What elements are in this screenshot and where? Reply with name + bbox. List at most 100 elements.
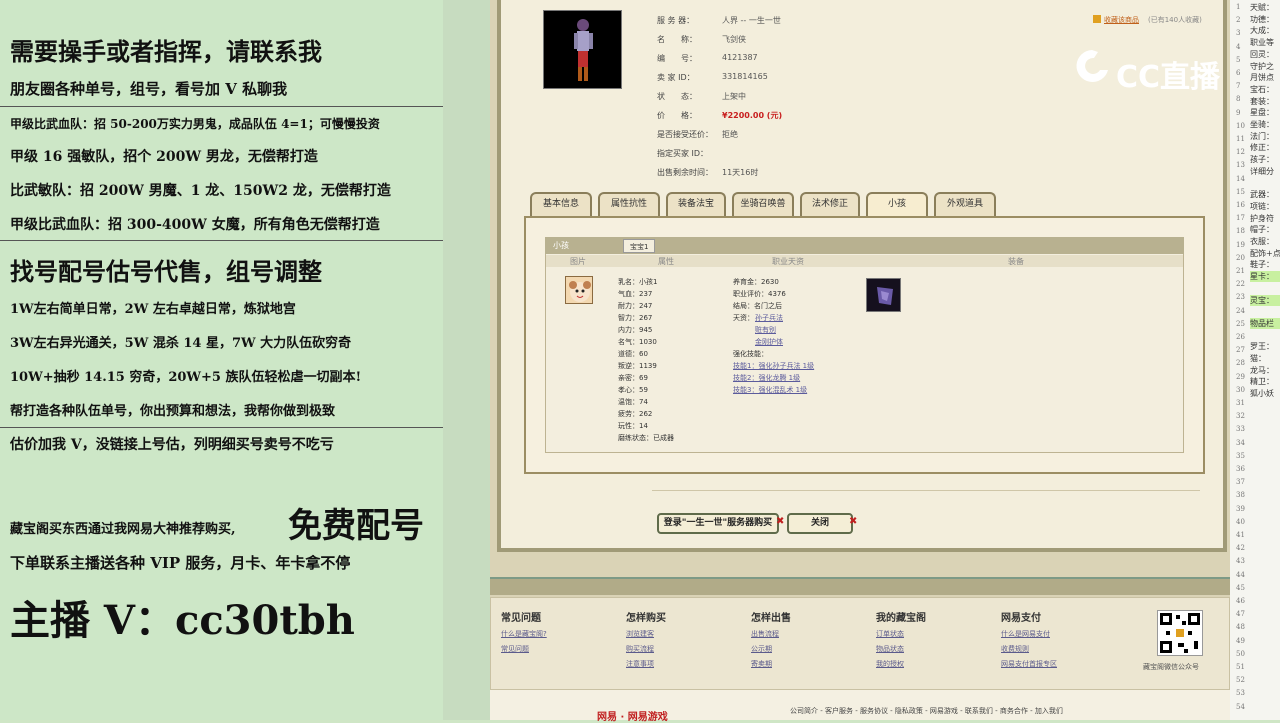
footer-bottom-links[interactable]: 公司简介 - 客户服务 - 服务协议 - 隐私政策 - 网易游戏 - 联系我们 … xyxy=(790,706,1063,716)
row-number: 51 xyxy=(1236,663,1245,671)
skill-link[interactable]: 技能2：强化龙腾 1级 xyxy=(733,373,800,383)
attr-row: 玩性：14 xyxy=(618,422,648,430)
footer-link[interactable]: 物品状态 xyxy=(876,644,904,654)
spreadsheet-cell[interactable]: 猫： xyxy=(1250,353,1266,364)
spreadsheet-cell[interactable]: 项链： xyxy=(1250,201,1274,212)
spreadsheet-cell[interactable]: 职业等 xyxy=(1250,37,1274,48)
tab-spells[interactable]: 法术修正 xyxy=(800,192,860,216)
spreadsheet-cell[interactable]: 套装： xyxy=(1250,96,1274,107)
spreadsheet-cell[interactable]: 帽子： xyxy=(1250,224,1274,235)
footer-link[interactable]: 什么是藏宝阁? xyxy=(501,629,547,639)
character-portrait xyxy=(543,10,622,89)
tab-child[interactable]: 小孩 xyxy=(866,192,928,216)
row-number: 21 xyxy=(1236,267,1245,275)
spreadsheet-cell[interactable]: 衣服： xyxy=(1250,236,1274,247)
value-id: 4121387 xyxy=(722,53,758,62)
label-price: 价 格： xyxy=(657,111,697,120)
tab-equipment[interactable]: 装备法宝 xyxy=(666,192,726,216)
attr-row: 耐力：247 xyxy=(618,302,653,310)
talent-link[interactable]: 金刚护体 xyxy=(755,337,783,347)
spreadsheet-cell[interactable]: 罗王： xyxy=(1250,341,1274,352)
spreadsheet-cell[interactable]: 灵宝： xyxy=(1250,294,1280,306)
buy-button[interactable]: 登录"一生一世"服务器购买 xyxy=(657,513,779,534)
label-status: 状 态： xyxy=(657,92,697,101)
info-line: 甲级比武血队：招 50-200万实力男鬼，成品队伍 4=1；可慢慢投资 xyxy=(10,117,380,131)
footer-link[interactable]: 出售流程 xyxy=(751,629,779,639)
spreadsheet-cell[interactable]: 精卫： xyxy=(1250,376,1274,387)
spreadsheet-cell[interactable]: 宝石： xyxy=(1250,84,1274,95)
footer-link[interactable]: 我的授权 xyxy=(876,659,904,669)
footer-link[interactable]: 网易支付首报专区 xyxy=(1001,659,1057,669)
footer-link[interactable]: 订单状态 xyxy=(876,629,904,639)
favorite-icon[interactable] xyxy=(1093,15,1101,23)
close-icon: ✖ xyxy=(776,516,785,527)
spreadsheet-cell[interactable]: 天赋： xyxy=(1250,2,1274,13)
info-line: 比武敏队：招 200W 男魔、1 龙、150W2 龙，无偿帮打造 xyxy=(10,183,391,199)
attr-row: 气血：237 xyxy=(618,290,653,298)
row-number: 34 xyxy=(1236,438,1245,447)
footer-link[interactable]: 常见问题 xyxy=(501,644,529,654)
spreadsheet-cell[interactable]: 配饰+点 xyxy=(1250,248,1280,259)
footer-link[interactable]: 注意事项 xyxy=(626,659,654,669)
spreadsheet-cell[interactable]: 月饼点 xyxy=(1250,72,1274,83)
info-line: 10W+抽秒 14.15 穷奇，20W+5 族队伍轻松虐一切副本! xyxy=(10,370,362,385)
footer-link[interactable]: 收费规则 xyxy=(1001,644,1029,654)
spreadsheet-cell[interactable]: 大成： xyxy=(1250,25,1274,36)
skill-link[interactable]: 技能1：强化孙子兵法 1级 xyxy=(733,361,814,371)
talent-link[interactable]: 孙子兵法 xyxy=(755,313,783,323)
spreadsheet-cell[interactable]: 回灵： xyxy=(1250,49,1274,60)
spreadsheet-cell[interactable]: 孩子： xyxy=(1250,154,1274,165)
row-number: 33 xyxy=(1236,425,1245,434)
row-number: 35 xyxy=(1236,451,1245,460)
footer-link[interactable]: 什么是网易支付 xyxy=(1001,629,1050,639)
talent-link[interactable]: 赃有别 xyxy=(755,325,776,335)
spreadsheet-cell[interactable]: 星盘： xyxy=(1250,107,1274,118)
row-number: 11 xyxy=(1236,135,1245,143)
equipment-slot[interactable] xyxy=(866,278,901,312)
spreadsheet-cell[interactable]: 修正： xyxy=(1250,142,1274,153)
skill-link[interactable]: 技能3：强化混乱术 1级 xyxy=(733,385,807,395)
tab-mounts[interactable]: 坐骑召唤兽 xyxy=(732,192,794,216)
row-number: 37 xyxy=(1236,478,1245,487)
netease-logo: 网易 · 网易游戏 xyxy=(597,712,668,723)
spreadsheet-cell[interactable]: 星卡： xyxy=(1250,271,1280,283)
spreadsheet-cell[interactable]: 坐骑： xyxy=(1250,119,1274,130)
skill-label: 强化技能： xyxy=(733,350,768,358)
tab-baby-1[interactable]: 宝宝1 xyxy=(623,239,656,253)
tab-attributes[interactable]: 属性抗性 xyxy=(598,192,660,216)
spreadsheet-cell[interactable]: 功德： xyxy=(1250,14,1274,25)
col-attrs: 属性 xyxy=(658,257,674,266)
spreadsheet-cell[interactable]: 狐小妖 xyxy=(1250,388,1274,399)
spreadsheet-cell[interactable]: 龙马： xyxy=(1250,365,1274,376)
row-number: 18 xyxy=(1236,227,1245,236)
row-number: 41 xyxy=(1236,531,1245,539)
value-time: 11天16时 xyxy=(722,168,759,177)
tab-basic-info[interactable]: 基本信息 xyxy=(530,192,592,216)
cc-logo-icon xyxy=(1076,50,1108,82)
footer-link[interactable]: 购买流程 xyxy=(626,644,654,654)
close-button[interactable]: 关闭 xyxy=(787,513,853,534)
footer-col-title: 常见问题 xyxy=(501,613,541,624)
col-image: 图片 xyxy=(570,257,586,266)
favorite-count: (已有140人收藏) xyxy=(1148,16,1202,24)
footer-link[interactable]: 寄卖期 xyxy=(751,659,772,669)
footer-link[interactable]: 浏览建客 xyxy=(626,629,654,639)
spreadsheet-cell[interactable]: 物品栏 xyxy=(1250,317,1280,329)
favorite-link[interactable]: 收藏该商品 xyxy=(1104,15,1139,25)
tab-appearance[interactable]: 外观道具 xyxy=(934,192,996,216)
value-server: 人界 -- 一生一世 xyxy=(722,16,781,25)
footer-link[interactable]: 公示期 xyxy=(751,644,772,654)
spreadsheet-cell[interactable]: 守护之 xyxy=(1250,61,1274,72)
spreadsheet-cell[interactable]: 法门： xyxy=(1250,131,1274,142)
spreadsheet-cell[interactable]: 鞋子： xyxy=(1250,259,1274,270)
spreadsheet-cell[interactable]: 武器： xyxy=(1250,189,1274,200)
col-equipment: 装备 xyxy=(1008,257,1024,266)
spreadsheet-cell[interactable]: 护身符 xyxy=(1250,213,1274,224)
spreadsheet-cell[interactable]: 详细分 xyxy=(1250,166,1274,177)
cc-logo-icon xyxy=(1072,44,1112,88)
promo-small: 藏宝阁买东西通过我网易大神推荐购买, xyxy=(10,522,236,537)
info-line: 甲级比武血队：招 300-400W 女魔，所有角色无偿帮打造 xyxy=(10,217,380,233)
page-band xyxy=(490,577,1230,595)
attr-row: 乳名：小孩1 xyxy=(618,278,658,286)
row-number: 29 xyxy=(1236,372,1245,381)
